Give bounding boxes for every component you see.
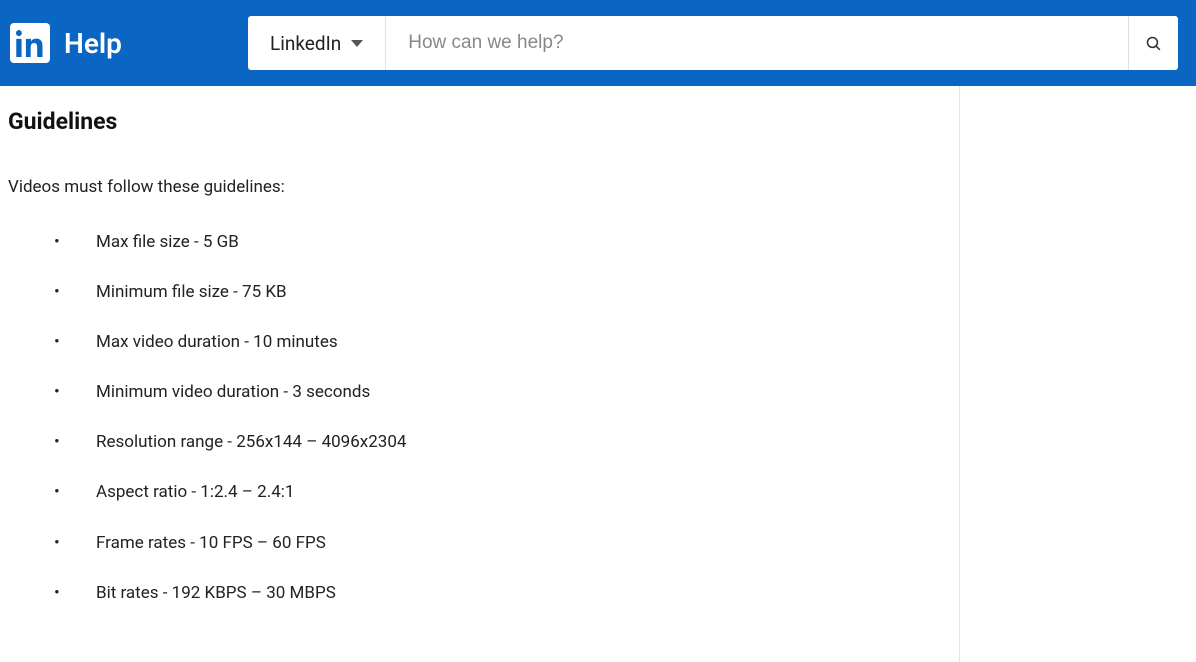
search-bar: LinkedIn (248, 16, 1178, 70)
search-icon (1145, 35, 1162, 52)
sidebar (960, 86, 1196, 662)
list-item: Max file size - 5 GB (48, 231, 951, 253)
list-item: Minimum file size - 75 KB (48, 281, 951, 303)
linkedin-logo-icon[interactable] (10, 23, 50, 63)
list-item: Resolution range - 256x144 – 4096x2304 (48, 431, 951, 453)
header-bar: Help LinkedIn (0, 0, 1196, 86)
page-title: Guidelines (8, 108, 951, 135)
search-button[interactable] (1128, 16, 1178, 70)
guidelines-list: Max file size - 5 GB Minimum file size - … (8, 231, 951, 604)
help-title: Help (64, 27, 122, 60)
product-dropdown[interactable]: LinkedIn (248, 16, 386, 70)
logo-group: Help (10, 23, 122, 63)
chevron-down-icon (351, 40, 363, 47)
search-input[interactable] (386, 16, 1128, 70)
list-item: Aspect ratio - 1:2.4 – 2.4:1 (48, 481, 951, 503)
main-content: Guidelines Videos must follow these guid… (0, 86, 960, 662)
list-item: Frame rates - 10 FPS – 60 FPS (48, 532, 951, 554)
body-wrap: Guidelines Videos must follow these guid… (0, 86, 1196, 662)
intro-text: Videos must follow these guidelines: (8, 177, 951, 197)
dropdown-selected-label: LinkedIn (270, 32, 341, 55)
list-item: Minimum video duration - 3 seconds (48, 381, 951, 403)
list-item: Max video duration - 10 minutes (48, 331, 951, 353)
list-item: Bit rates - 192 KBPS – 30 MBPS (48, 582, 951, 604)
